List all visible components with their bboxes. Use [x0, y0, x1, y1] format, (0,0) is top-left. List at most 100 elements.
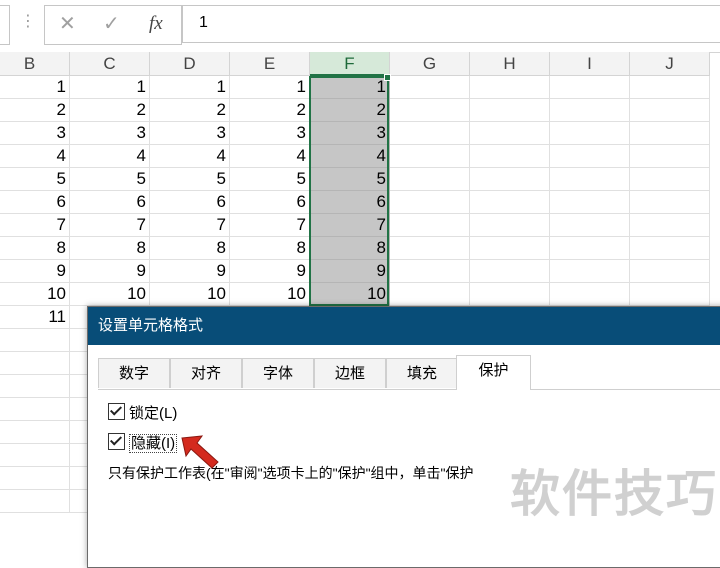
cell[interactable]: 10 [70, 283, 150, 306]
cell[interactable] [470, 283, 550, 306]
cell[interactable] [550, 168, 630, 191]
column-header-d[interactable]: D [150, 52, 230, 76]
cell[interactable] [390, 99, 470, 122]
formula-input[interactable]: 1 [182, 5, 720, 43]
cell[interactable] [0, 329, 70, 352]
column-header-c[interactable]: C [70, 52, 150, 76]
cell[interactable]: 10 [310, 283, 390, 306]
tab-protection[interactable]: 保护 [456, 355, 531, 390]
cell[interactable] [630, 283, 710, 306]
tab-font[interactable]: 字体 [242, 358, 314, 388]
column-header-j[interactable]: J [630, 52, 710, 76]
tab-fill[interactable]: 填充 [386, 358, 458, 388]
locked-checkbox[interactable] [108, 403, 125, 420]
cell[interactable]: 6 [70, 191, 150, 214]
cell[interactable]: 8 [70, 237, 150, 260]
cell[interactable]: 1 [70, 76, 150, 99]
column-header-e[interactable]: E [230, 52, 310, 76]
cell[interactable]: 5 [150, 168, 230, 191]
cell[interactable]: 5 [310, 168, 390, 191]
cell[interactable] [470, 76, 550, 99]
cell[interactable] [630, 260, 710, 283]
cell[interactable] [470, 122, 550, 145]
cell[interactable] [630, 237, 710, 260]
cell[interactable]: 9 [230, 260, 310, 283]
cell[interactable]: 3 [310, 122, 390, 145]
cell[interactable]: 7 [0, 214, 70, 237]
name-box[interactable] [0, 5, 10, 45]
cell[interactable] [390, 191, 470, 214]
cell[interactable]: 11 [0, 306, 70, 329]
cell[interactable]: 10 [150, 283, 230, 306]
cell[interactable] [0, 375, 70, 398]
cell[interactable] [630, 76, 710, 99]
cancel-icon[interactable]: ✕ [59, 12, 76, 36]
more-options-icon[interactable]: ⋮ [20, 12, 36, 32]
cell[interactable] [470, 260, 550, 283]
cell[interactable] [630, 122, 710, 145]
cell[interactable] [0, 490, 70, 513]
cell[interactable]: 2 [310, 99, 390, 122]
cell[interactable]: 8 [310, 237, 390, 260]
cell[interactable] [550, 260, 630, 283]
cell[interactable]: 2 [150, 99, 230, 122]
cell[interactable]: 2 [70, 99, 150, 122]
cell[interactable] [470, 145, 550, 168]
hidden-checkbox[interactable] [108, 433, 125, 450]
cell[interactable]: 4 [0, 145, 70, 168]
cell[interactable] [630, 145, 710, 168]
cell[interactable]: 10 [0, 283, 70, 306]
cell[interactable] [630, 168, 710, 191]
cell[interactable]: 8 [230, 237, 310, 260]
cell[interactable] [470, 99, 550, 122]
cell[interactable]: 4 [230, 145, 310, 168]
cell[interactable] [550, 99, 630, 122]
cell[interactable]: 9 [150, 260, 230, 283]
cell[interactable] [630, 99, 710, 122]
cell[interactable] [390, 260, 470, 283]
cell[interactable] [470, 168, 550, 191]
cell[interactable]: 9 [310, 260, 390, 283]
cell[interactable]: 8 [0, 237, 70, 260]
cell[interactable]: 4 [150, 145, 230, 168]
tab-alignment[interactable]: 对齐 [170, 358, 242, 388]
locked-option[interactable]: 锁定(L) [108, 403, 177, 425]
cell[interactable] [390, 214, 470, 237]
cell[interactable]: 1 [150, 76, 230, 99]
cell[interactable] [550, 283, 630, 306]
cell[interactable] [550, 122, 630, 145]
cell[interactable]: 2 [230, 99, 310, 122]
cell[interactable] [390, 283, 470, 306]
tab-border[interactable]: 边框 [314, 358, 386, 388]
cell[interactable]: 3 [150, 122, 230, 145]
cell[interactable] [630, 191, 710, 214]
cell[interactable]: 1 [310, 76, 390, 99]
cell[interactable] [390, 122, 470, 145]
insert-function-icon[interactable]: fx [149, 12, 163, 36]
cell[interactable]: 9 [70, 260, 150, 283]
cell[interactable] [0, 421, 70, 444]
cell[interactable] [0, 444, 70, 467]
cell[interactable]: 8 [150, 237, 230, 260]
cell[interactable]: 6 [310, 191, 390, 214]
cell[interactable] [390, 237, 470, 260]
cell[interactable] [470, 191, 550, 214]
cell[interactable]: 3 [230, 122, 310, 145]
cell[interactable] [550, 237, 630, 260]
cell[interactable]: 5 [230, 168, 310, 191]
cell[interactable]: 1 [230, 76, 310, 99]
tab-number[interactable]: 数字 [98, 358, 170, 388]
cell[interactable]: 6 [0, 191, 70, 214]
cell[interactable]: 2 [0, 99, 70, 122]
cell[interactable]: 3 [70, 122, 150, 145]
cell[interactable] [390, 145, 470, 168]
enter-icon[interactable]: ✓ [103, 12, 120, 36]
cell[interactable] [390, 76, 470, 99]
cell[interactable]: 9 [0, 260, 70, 283]
cell[interactable] [630, 214, 710, 237]
cell[interactable]: 4 [310, 145, 390, 168]
cell[interactable] [550, 214, 630, 237]
cell[interactable]: 7 [70, 214, 150, 237]
column-header-f[interactable]: F [310, 52, 390, 76]
column-header-h[interactable]: H [470, 52, 550, 76]
